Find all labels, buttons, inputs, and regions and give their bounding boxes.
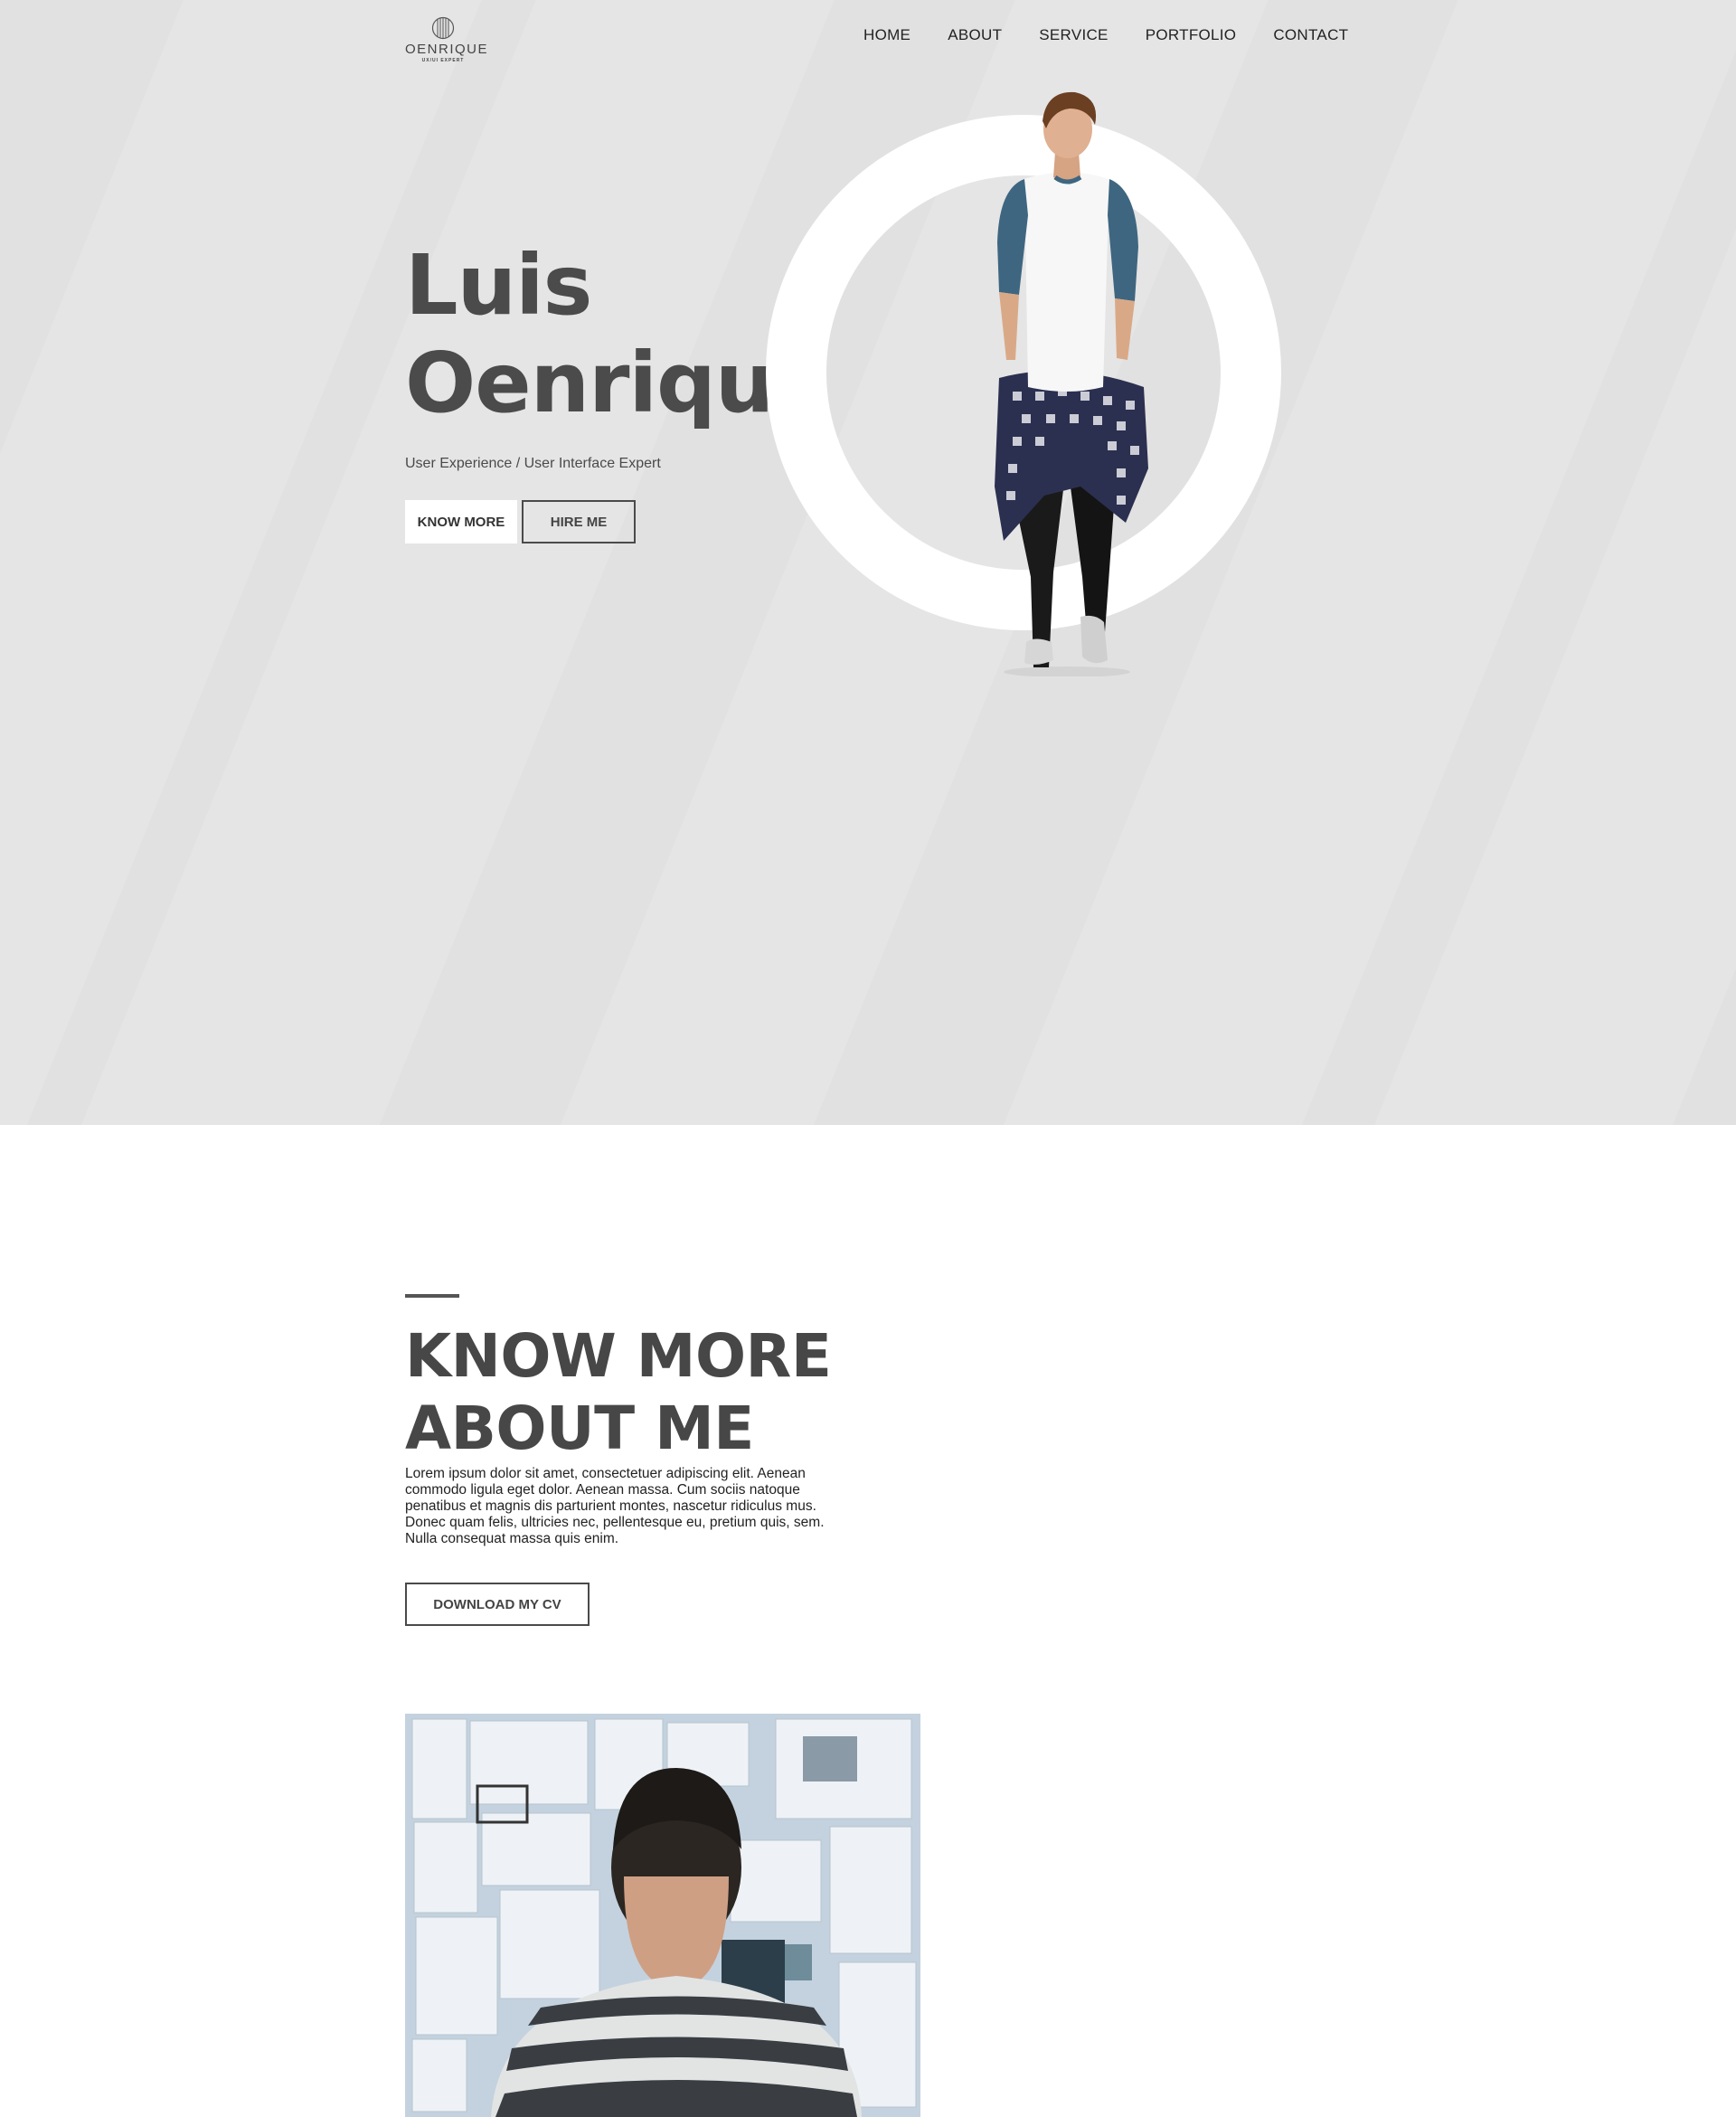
nav-contact[interactable]: CONTACT xyxy=(1273,26,1348,44)
section-divider xyxy=(405,1294,459,1298)
hero-subtitle: User Experience / User Interface Expert xyxy=(405,456,661,471)
logo-text: OENRIQUE xyxy=(405,42,489,57)
main-nav: HOME ABOUT SERVICE PORTFOLIO CONTACT xyxy=(863,26,1348,44)
moodboard-image xyxy=(405,1714,920,2117)
logo-tagline: UX/UI EXPERT xyxy=(421,58,465,63)
know-more-button[interactable]: KNOW MORE xyxy=(405,500,517,543)
about-title-line1: KNOW MORE xyxy=(405,1321,832,1391)
nav-about[interactable]: ABOUT xyxy=(948,26,1002,44)
about-description: Lorem ipsum dolor sit amet, consectetuer… xyxy=(405,1466,825,1546)
hero-name: Luis Oenrique xyxy=(405,237,830,432)
hire-me-button[interactable]: HIRE ME xyxy=(522,500,636,543)
nav-home[interactable]: HOME xyxy=(863,26,910,44)
about-title: KNOW MORE ABOUT ME xyxy=(405,1320,832,1465)
nav-portfolio[interactable]: PORTFOLIO xyxy=(1146,26,1237,44)
about-photo xyxy=(405,1714,920,2117)
about-title-line2: ABOUT ME xyxy=(405,1394,754,1463)
hero-first-name: Luis xyxy=(405,237,592,334)
download-cv-button[interactable]: DOWNLOAD MY CV xyxy=(405,1583,590,1626)
globe-icon xyxy=(431,16,455,40)
hero-section: OENRIQUE UX/UI EXPERT HOME ABOUT SERVICE… xyxy=(0,0,1736,1125)
site-logo[interactable]: OENRIQUE UX/UI EXPERT xyxy=(405,16,489,63)
nav-service[interactable]: SERVICE xyxy=(1039,26,1108,44)
hero-person-image xyxy=(995,91,1148,676)
